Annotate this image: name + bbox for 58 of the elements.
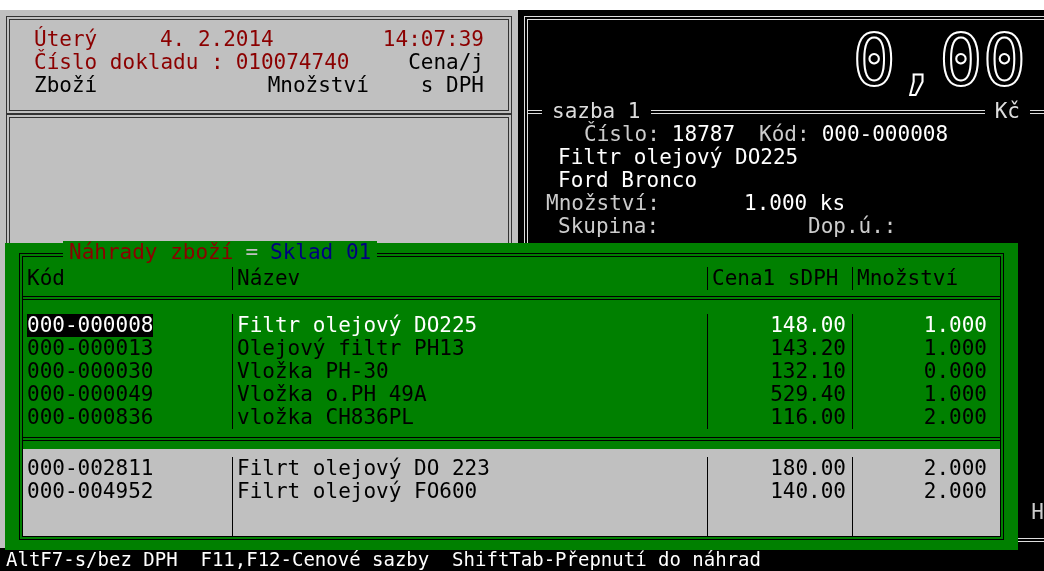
table-cell: Filrt olejový FO600 xyxy=(232,480,707,503)
quantity-value: 1.000 ks xyxy=(744,192,846,215)
currency-label: Kč xyxy=(994,100,1020,123)
table-cell: 2.000 xyxy=(852,406,987,429)
table-cell: 116.00 xyxy=(707,406,852,429)
table-cell: Vložka o.PH 49A xyxy=(232,383,707,406)
product-name: Filtr olejový DO225 xyxy=(557,146,800,169)
table-cell: 180.00 xyxy=(707,457,852,480)
column-heading: Cena/j xyxy=(408,51,484,74)
document-label: Číslo dokladu : xyxy=(34,51,224,74)
table-cell: 1.000 xyxy=(852,337,987,360)
code-cell[interactable]: 000-000013 xyxy=(27,337,154,360)
table-cell: 529.40 xyxy=(707,383,852,406)
total-amount: 0,00 xyxy=(852,20,1026,100)
table-cell: 132.10 xyxy=(707,360,852,383)
table-cell: 1.000 xyxy=(852,383,987,406)
edge-text: H xyxy=(1031,501,1044,524)
code-cell[interactable]: 000-000008 xyxy=(27,314,154,337)
store-label: Sklad 01 xyxy=(270,241,372,264)
table-cell: Filrt olejový DO 223 xyxy=(232,457,707,480)
table-cell: 143.20 xyxy=(707,337,852,360)
number-value: 18787 xyxy=(671,123,736,146)
table-cell: 148.00 xyxy=(707,314,852,337)
date-text: 4. 2.2014 xyxy=(159,28,275,51)
table-cell-text: 000-004952 xyxy=(27,480,155,503)
table-cell: 0.000 xyxy=(852,360,987,383)
table-cell: Olejový filtr PH13 xyxy=(232,337,707,360)
product-note: Ford Bronco xyxy=(557,169,699,192)
column-heading: Množství xyxy=(852,267,987,290)
title-separator: = xyxy=(245,241,259,264)
code-cell[interactable]: 000-000030 xyxy=(27,360,154,383)
table-cell: 2.000 xyxy=(852,480,987,503)
code-cell[interactable]: 000-000049 xyxy=(27,383,154,406)
time-text: 14:07:39 xyxy=(382,28,484,51)
table-cell: 1.000 xyxy=(852,314,987,337)
column-heading: s DPH xyxy=(420,74,484,97)
status-bar: AltF7-s/bez DPH F11,F12-Cenové sazby ShiftTab-Přepnutí do náhrad xyxy=(0,548,1044,571)
number-label: Číslo: xyxy=(584,123,660,146)
day-text: Úterý xyxy=(34,28,99,51)
dialog-title: Náhrady zboží xyxy=(69,241,234,264)
table-cell: Vložka PH-30 xyxy=(232,360,707,383)
column-heading: Kód xyxy=(27,267,66,290)
quantity-label: Množství: xyxy=(546,192,661,215)
table-cell: Filtr olejový DO225 xyxy=(232,314,707,337)
extra-label: Dop.ú.: xyxy=(808,215,897,238)
column-heading: Název xyxy=(232,267,707,290)
column-heading: Zboží xyxy=(34,74,98,97)
column-heading: Cena1 sDPH xyxy=(707,267,852,290)
column-heading: Množství xyxy=(267,74,369,97)
code-label: Kód: xyxy=(759,123,810,146)
code-value: 000-000008 xyxy=(821,123,949,146)
table-cell: 2.000 xyxy=(852,457,987,480)
document-number: 010074740 xyxy=(235,51,350,74)
table-cell-text: 000-002811 xyxy=(27,457,155,480)
group-label: Skupina: xyxy=(558,215,661,238)
table-cell: vložka CH836PL xyxy=(232,406,707,429)
code-cell[interactable]: 000-000836 xyxy=(27,406,154,429)
table-cell: 140.00 xyxy=(707,480,852,503)
